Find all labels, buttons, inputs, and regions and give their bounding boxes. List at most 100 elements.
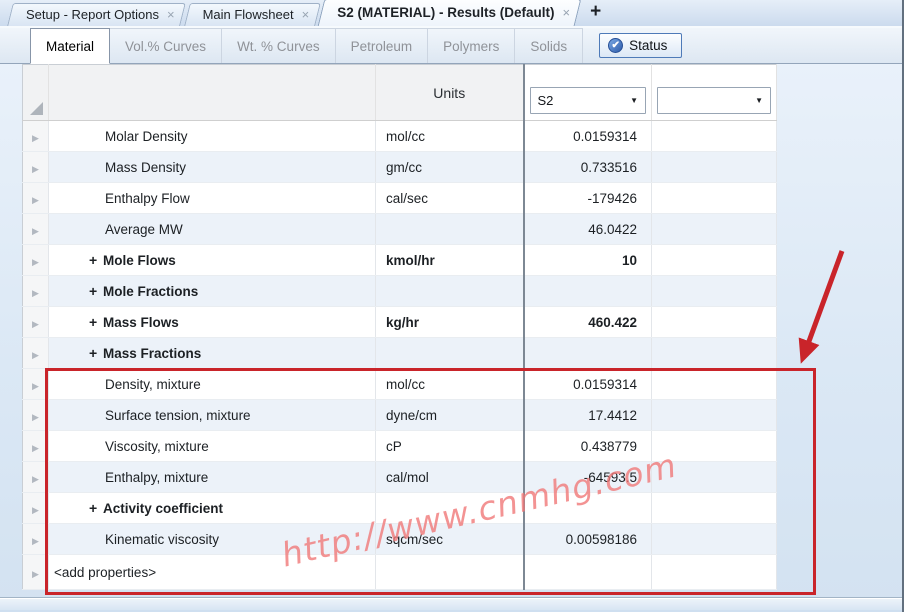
row-selector[interactable]: ▶ <box>23 183 49 214</box>
empty-cell <box>652 245 777 276</box>
grid-header-row: Units S2 ▼ ▼ <box>23 65 777 121</box>
empty-cell <box>652 431 777 462</box>
empty-cell <box>652 555 777 590</box>
row-units: mol/cc <box>376 121 524 152</box>
status-label: Status <box>629 38 667 53</box>
table-row: ▶ +Mole Fractions <box>23 276 777 307</box>
expand-icon[interactable]: + <box>89 314 103 330</box>
empty-cell <box>652 307 777 338</box>
row-selector[interactable]: ▶ <box>23 493 49 524</box>
property-name-cell: Kinematic viscosity <box>49 524 376 555</box>
row-selector[interactable]: ▶ <box>23 245 49 276</box>
extra-selector-dropdown[interactable]: ▼ <box>657 87 771 114</box>
row-arrow-icon: ▶ <box>32 569 39 579</box>
expand-icon[interactable]: + <box>89 252 103 268</box>
row-arrow-icon: ▶ <box>32 288 39 298</box>
results-grid: Units S2 ▼ ▼ <box>22 64 777 590</box>
tab-status[interactable]: ✔ Status <box>599 33 682 58</box>
row-selector[interactable]: ▶ <box>23 400 49 431</box>
select-all-corner[interactable] <box>23 65 49 121</box>
tab-label: S2 (MATERIAL) - Results (Default) <box>337 5 554 20</box>
row-arrow-icon: ▶ <box>32 505 39 515</box>
row-value: 17.4412 <box>524 400 652 431</box>
tab-main-flowsheet[interactable]: Main Flowsheet × <box>187 3 318 26</box>
new-tab-button[interactable]: + <box>590 1 601 23</box>
row-selector[interactable]: ▶ <box>23 369 49 400</box>
table-row: ▶ Density, mixture mol/cc 0.0159314 <box>23 369 777 400</box>
tab-wt-percent-curves[interactable]: Wt. % Curves <box>222 28 336 63</box>
row-selector[interactable]: ▶ <box>23 462 49 493</box>
property-name-cell: +Mass Fractions <box>49 338 376 369</box>
row-selector[interactable]: ▶ <box>23 276 49 307</box>
row-selector[interactable]: ▶ <box>23 152 49 183</box>
empty-cell <box>652 369 777 400</box>
row-value <box>524 276 652 307</box>
empty-cell <box>652 183 777 214</box>
table-row: ▶ Mass Density gm/cc 0.733516 <box>23 152 777 183</box>
stream-column-header: S2 ▼ <box>524 65 652 121</box>
extra-column-header: ▼ <box>652 65 777 121</box>
add-properties-link[interactable]: <add properties> <box>49 555 376 590</box>
property-name-cell: Surface tension, mixture <box>49 400 376 431</box>
row-arrow-icon: ▶ <box>32 195 39 205</box>
row-arrow-icon: ▶ <box>32 350 39 360</box>
property-name-cell: Average MW <box>49 214 376 245</box>
row-selector[interactable]: ▶ <box>23 338 49 369</box>
tab-setup-report-options[interactable]: Setup - Report Options × <box>10 3 183 26</box>
table-row: ▶ +Mass Flows kg/hr 460.422 <box>23 307 777 338</box>
tab-polymers[interactable]: Polymers <box>428 28 515 63</box>
close-icon[interactable]: × <box>562 6 570 19</box>
expand-icon[interactable]: + <box>89 500 103 516</box>
stream-selector-dropdown[interactable]: S2 ▼ <box>530 87 647 114</box>
row-selector[interactable]: ▶ <box>23 555 49 590</box>
row-value: 46.0422 <box>524 214 652 245</box>
close-icon[interactable]: × <box>302 8 310 21</box>
row-name-text: Enthalpy Flow <box>105 191 190 206</box>
tab-petroleum[interactable]: Petroleum <box>336 28 429 63</box>
empty-cell <box>524 555 652 590</box>
row-value: 0.0159314 <box>524 121 652 152</box>
row-name-text: Average MW <box>105 222 183 237</box>
property-name-cell: Density, mixture <box>49 369 376 400</box>
row-selector[interactable]: ▶ <box>23 214 49 245</box>
row-value: 0.00598186 <box>524 524 652 555</box>
units-column-header: Units <box>376 65 524 121</box>
empty-cell <box>652 493 777 524</box>
row-value: -64593.5 <box>524 462 652 493</box>
row-value: 460.422 <box>524 307 652 338</box>
row-name-text: Enthalpy, mixture <box>105 470 208 485</box>
row-value <box>524 338 652 369</box>
tab-solids[interactable]: Solids <box>515 28 583 63</box>
row-units: mol/cc <box>376 369 524 400</box>
expand-icon[interactable]: + <box>89 283 103 299</box>
row-value: 10 <box>524 245 652 276</box>
table-row: ▶ Average MW 46.0422 <box>23 214 777 245</box>
close-icon[interactable]: × <box>167 8 175 21</box>
row-name-text: Surface tension, mixture <box>105 408 251 423</box>
check-circle-icon: ✔ <box>608 38 623 53</box>
row-name-text: Mass Fractions <box>103 346 201 361</box>
row-units: sqcm/sec <box>376 524 524 555</box>
row-selector[interactable]: ▶ <box>23 121 49 152</box>
empty-cell <box>652 276 777 307</box>
tab-material[interactable]: Material <box>30 28 110 64</box>
document-tab-bar: Setup - Report Options × Main Flowsheet … <box>0 0 902 28</box>
row-value: -179426 <box>524 183 652 214</box>
property-name-cell: +Activity coefficient <box>49 493 376 524</box>
row-name-text: Mole Fractions <box>103 284 198 299</box>
row-selector[interactable]: ▶ <box>23 524 49 555</box>
table-row: ▶ +Activity coefficient <box>23 493 777 524</box>
row-selector[interactable]: ▶ <box>23 307 49 338</box>
status-strip <box>0 597 902 610</box>
empty-cell <box>652 338 777 369</box>
chevron-down-icon: ▼ <box>755 96 763 105</box>
tab-s2-results[interactable]: S2 (MATERIAL) - Results (Default) × <box>321 0 578 26</box>
property-name-cell: +Mole Fractions <box>49 276 376 307</box>
expand-icon[interactable]: + <box>89 345 103 361</box>
row-value: 0.733516 <box>524 152 652 183</box>
row-selector[interactable]: ▶ <box>23 431 49 462</box>
row-name-text: Kinematic viscosity <box>105 532 219 547</box>
property-name-cell: +Mass Flows <box>49 307 376 338</box>
row-arrow-icon: ▶ <box>32 474 39 484</box>
tab-vol-percent-curves[interactable]: Vol.% Curves <box>110 28 222 63</box>
